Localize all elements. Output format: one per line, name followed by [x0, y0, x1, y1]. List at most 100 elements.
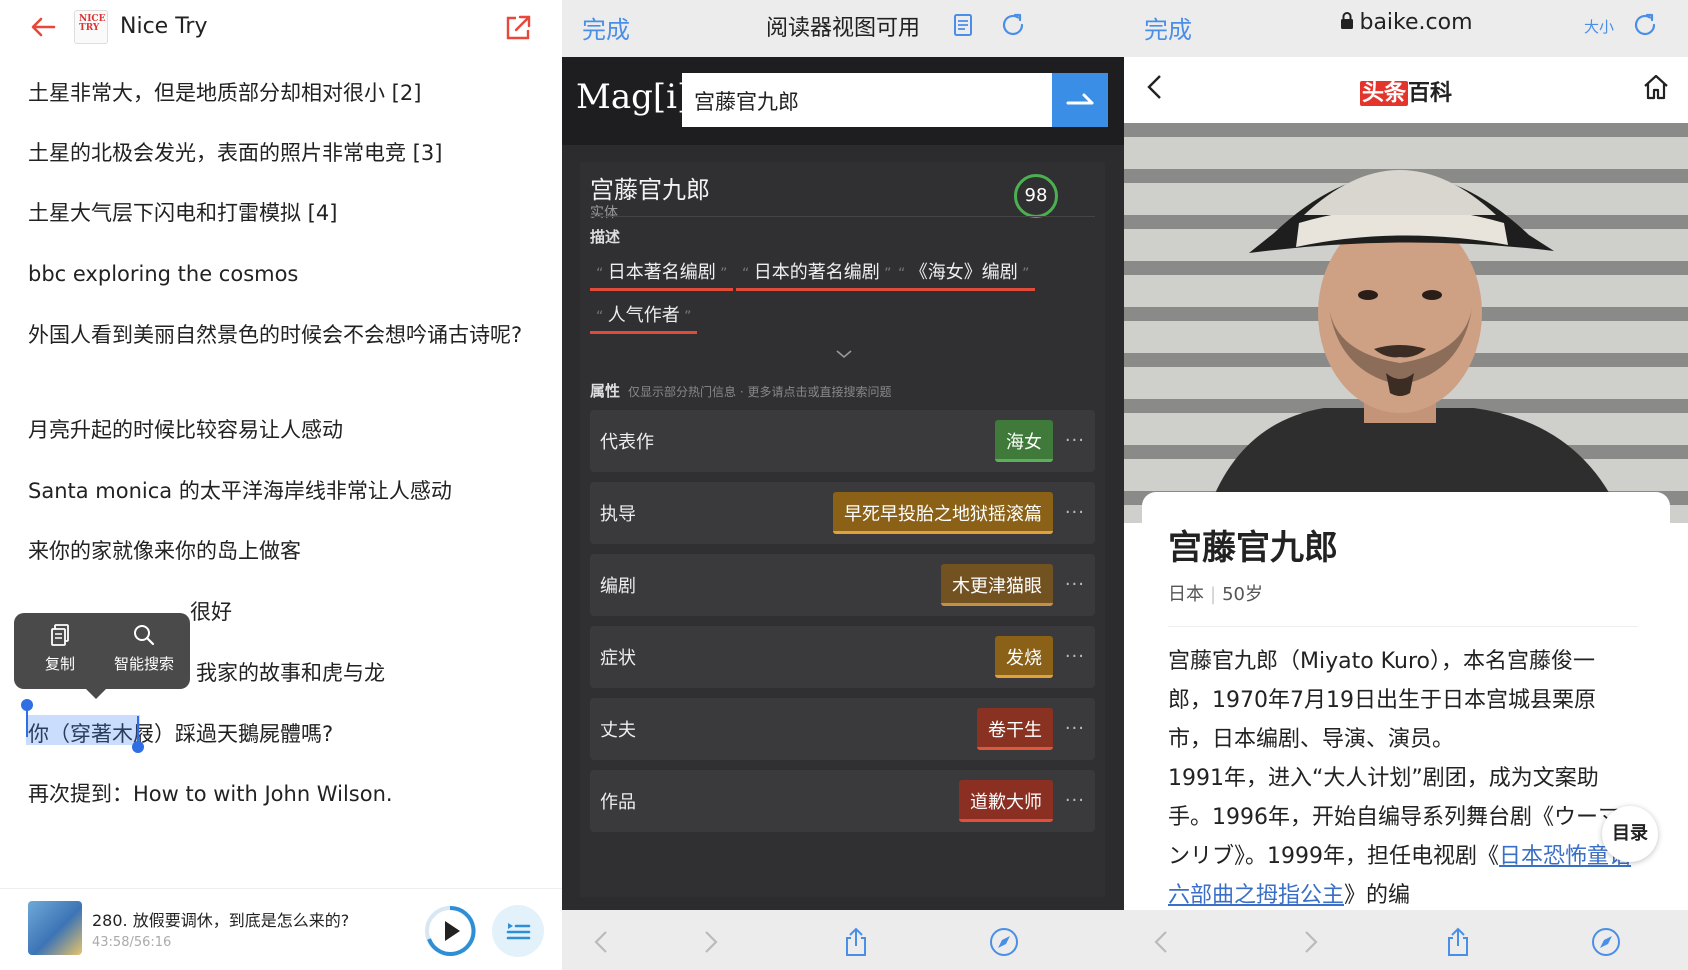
list-item[interactable]: 土星的北极会发光，表面的照片非常电竞 [3] [28, 134, 528, 172]
search-header: Mag[i] 宫藤官九郎 [562, 57, 1124, 145]
reader-view-title: 阅读器视图可用 [765, 16, 920, 41]
safari-top-bar: 完成 baike.com 大小 [1124, 0, 1688, 57]
episode-cover-image [28, 901, 82, 955]
share-icon[interactable] [1442, 926, 1474, 958]
description-section-label: 描述 [590, 228, 621, 246]
table-of-contents-button[interactable]: 目录 [1602, 806, 1658, 862]
copy-button[interactable]: 复制 [20, 623, 100, 674]
summary-paragraph-1: 宫藤官九郎（Miyato Kuro），本名宫藤俊一郎，1970年7月19日出生于… [1168, 649, 1596, 752]
more-options-icon[interactable]: ··· [1065, 646, 1085, 667]
list-item[interactable]: 月亮升起的时候比较容易让人感动 [28, 411, 528, 449]
play-button-icon[interactable] [424, 905, 476, 957]
back-chevron-icon[interactable] [586, 926, 618, 958]
app-header: NICE TRY Nice Try [0, 0, 562, 56]
portrait-photo [1124, 123, 1688, 523]
list-item[interactable]: 外国人看到美丽自然景色的时候会不会想吟诵古诗呢? [28, 316, 524, 354]
attribute-label: 执导 [600, 504, 636, 525]
attribute-row[interactable]: 丈夫 卷干生 ··· [590, 698, 1095, 760]
entry-title: 宫藤官九郎 [1168, 528, 1338, 568]
share-icon[interactable] [840, 926, 872, 958]
toutiao-baike-logo: 头条百科 [1360, 75, 1452, 107]
search-input[interactable]: 宫藤官九郎 [682, 73, 1054, 127]
entity-card: 宫藤官九郎 实体 98 描述 “ 日本著名编剧 ” “ 日本的著名编剧 ” “ … [580, 162, 1105, 897]
app-title: Nice Try [120, 14, 208, 39]
episode-progress-time: 43:58/56:16 [92, 935, 172, 950]
more-options-icon[interactable]: ··· [1065, 502, 1085, 523]
mini-player[interactable]: 280. 放假要调休，到底是怎么来的? 43:58/56:16 [0, 888, 562, 970]
compass-icon[interactable] [988, 926, 1020, 958]
search-icon [134, 625, 155, 646]
back-chevron-icon[interactable] [1146, 926, 1178, 958]
attribute-row[interactable]: 编剧 木更津猫眼 ··· [590, 554, 1095, 616]
back-arrow-icon[interactable] [28, 12, 58, 42]
episode-title: 280. 放假要调休，到底是怎么来的? [92, 911, 350, 930]
copy-icon [51, 624, 69, 646]
playlist-icon [506, 923, 531, 940]
logo-text: 百科 [1408, 81, 1453, 106]
list-item[interactable]: 土星大气层下闪电和打雷模拟 [4] [28, 194, 528, 232]
encyclopedia-card: 宫藤官九郎 日本 | 50岁 宫藤官九郎（Miyato Kuro），本名宫藤俊一郎，… [1142, 492, 1670, 922]
selection-start-handle[interactable] [21, 699, 33, 711]
reload-icon[interactable] [1630, 10, 1660, 40]
attribute-value-chip[interactable]: 发烧 [995, 636, 1053, 678]
description-tag[interactable]: “ 人气作者 ” [590, 301, 698, 334]
attribute-row[interactable]: 作品 道歉大师 ··· [590, 770, 1095, 832]
text-size-button[interactable]: 大小 [1584, 16, 1614, 37]
age: 50岁 [1222, 584, 1263, 605]
back-chevron-icon[interactable] [1140, 71, 1172, 103]
app-logo: NICE TRY [74, 10, 108, 44]
forward-chevron-icon[interactable] [1294, 926, 1326, 958]
selection-popup-menu: 复制 智能搜索 [14, 613, 190, 699]
magi-logo: Mag[i] [576, 77, 691, 117]
attribute-value-chip[interactable]: 木更津猫眼 [941, 564, 1053, 606]
attributes-hint: 仅显示部分热门信息 · 更多请点击或直接搜索问题 [628, 385, 892, 399]
search-submit-button[interactable] [1052, 73, 1108, 127]
divider [1168, 626, 1638, 627]
arrow-right-icon [1066, 93, 1094, 105]
smart-search-button[interactable]: 智能搜索 [104, 623, 184, 674]
attribute-row[interactable]: 执导 早死早投胎之地狱摇滚篇 ··· [590, 482, 1095, 544]
attribute-value-chip[interactable]: 海女 [995, 420, 1053, 462]
copy-label: 复制 [44, 655, 75, 673]
chevron-down-icon[interactable] [834, 348, 854, 360]
attribute-value-chip[interactable]: 卷干生 [977, 708, 1053, 750]
baike-panel: 完成 baike.com 大小 头条百科 宫藤官九郎 日本 | 50岁 宫藤官九… [1124, 0, 1688, 970]
reload-icon[interactable] [998, 10, 1028, 40]
more-options-icon[interactable]: ··· [1065, 718, 1085, 739]
share-external-icon[interactable] [502, 12, 534, 44]
description-tag[interactable]: “ 日本著名编剧 ” [590, 258, 734, 291]
attribute-label: 编剧 [600, 576, 636, 597]
attribute-label: 代表作 [600, 432, 654, 453]
lock-icon [1341, 12, 1354, 29]
description-tag[interactable]: “ 《海女》编剧 ” [892, 258, 1036, 291]
logo-red-part: 头条 [1360, 81, 1409, 106]
person-portrait-image [1204, 170, 1624, 523]
entity-type: 实体 [590, 205, 618, 221]
list-item[interactable]: 来你的家就像来你的岛上做客 [28, 532, 528, 570]
more-options-icon[interactable]: ··· [1065, 790, 1085, 811]
home-icon[interactable] [1640, 71, 1672, 103]
list-item[interactable]: 再次提到：How to with John Wilson. [28, 775, 528, 813]
attributes-section: 属性 仅显示部分热门信息 · 更多请点击或直接搜索问题 [590, 380, 891, 401]
forward-chevron-icon[interactable] [694, 926, 726, 958]
more-options-icon[interactable]: ··· [1065, 430, 1085, 451]
reader-view-icon[interactable] [948, 10, 978, 40]
selection-end-handle[interactable] [132, 741, 144, 753]
attribute-row[interactable]: 代表作 海女 ··· [590, 410, 1095, 472]
site-nav-bar: 头条百科 [1124, 57, 1688, 123]
text-selection-highlight [26, 715, 140, 745]
list-item[interactable]: 很好 [190, 593, 310, 631]
list-item[interactable]: bbc exploring the cosmos [28, 255, 528, 293]
attribute-row[interactable]: 症状 发烧 ··· [590, 626, 1095, 688]
attribute-value-chip[interactable]: 道歉大师 [959, 780, 1053, 822]
entry-summary: 宫藤官九郎（Miyato Kuro），本名宫藤俊一郎，1970年7月19日出生于… [1168, 649, 1632, 908]
more-options-icon[interactable]: ··· [1065, 574, 1085, 595]
description-tag[interactable]: “ 日本的著名编剧 ” [736, 258, 898, 291]
attribute-value-chip[interactable]: 早死早投胎之地狱摇滚篇 [833, 492, 1053, 534]
list-item[interactable]: 土星非常大，但是地质部分却相对很小 [2] [28, 74, 528, 112]
attribute-label: 症状 [600, 648, 636, 669]
list-item[interactable]: Santa monica 的太平洋海岸线非常让人感动 [28, 472, 528, 510]
smart-search-label: 智能搜索 [113, 655, 174, 673]
compass-icon[interactable] [1590, 926, 1622, 958]
playlist-button[interactable] [492, 905, 544, 957]
